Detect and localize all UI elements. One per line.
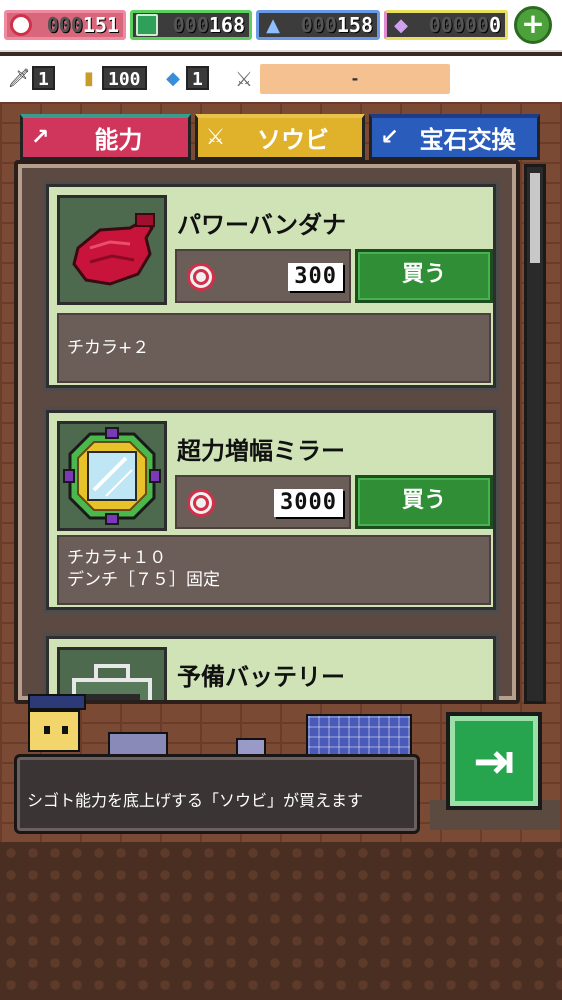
item-name: パワーバンダナ — [177, 211, 346, 239]
currency-pyramid-padding: 000 — [300, 13, 337, 37]
bandana-icon — [72, 213, 155, 286]
equipment-slot-icon: ⚔ — [235, 67, 253, 91]
shopkeeper-eye — [44, 726, 50, 734]
shop-item: 予備バッテリー — [46, 636, 496, 700]
currency-green-padding: 000 — [172, 13, 209, 37]
item-price-value: 3000 — [274, 489, 343, 517]
stat-crystal: ◆ 1 — [160, 62, 209, 94]
item-description-line: チカラ+１０ — [67, 548, 167, 568]
triangle-icon: ▲ — [266, 14, 280, 36]
item-description: チカラ+２ — [57, 313, 491, 383]
shop-item: パワーバンダナ 300 買う チカラ+２ — [46, 184, 496, 388]
stat-battery: ▮ 100 — [76, 62, 147, 94]
add-currency-button[interactable]: + — [514, 6, 552, 44]
currency-coin-value: 151 — [82, 13, 119, 37]
stat-battery-value: 100 — [102, 66, 147, 90]
crystal-icon: ◆ — [166, 67, 180, 89]
currency-diamond-value: 0 — [488, 13, 501, 37]
shop-tabs: ↗ 能力 ⚔ ソウビ ↙ 宝石交換 — [20, 114, 541, 160]
shopkeeper-eye — [62, 726, 68, 734]
item-name: 超力増幅ミラー — [177, 437, 345, 465]
buy-button[interactable]: 買う — [355, 249, 493, 303]
shopkeeper-face — [28, 710, 80, 752]
currency-bar: 000151 000168 ▲ 000158 ◆ 000000 + — [0, 0, 562, 52]
sword-icon: ⚔ — [205, 125, 226, 150]
coin-icon — [187, 489, 215, 517]
scrollbar-thumb[interactable] — [530, 173, 540, 263]
arrow-icon: ↗ — [31, 125, 50, 150]
item-description-line: チカラ+２ — [67, 338, 150, 358]
shopkeeper-hat — [28, 694, 86, 710]
equipment-slot-bar: - — [260, 64, 450, 94]
counter-prop-box — [108, 732, 168, 756]
shop-item: 超力増幅ミラー 3000 買う チカラ+１０ デンチ［７５］固定 — [46, 410, 496, 610]
exit-button[interactable]: ⇥ — [446, 712, 542, 810]
item-price-value: 300 — [288, 263, 343, 291]
green-gem-icon — [136, 14, 158, 36]
tab-ability-label: 能力 — [94, 126, 143, 154]
item-name: 予備バッテリー — [177, 663, 345, 691]
floor-background — [0, 842, 562, 1000]
currency-diamond: ◆ 000000 — [384, 10, 508, 40]
item-price: 300 — [175, 249, 351, 303]
coin-icon — [187, 263, 215, 291]
currency-diamond-padding: 00000 — [428, 13, 489, 37]
item-description: チカラ+１０ デンチ［７５］固定 — [57, 535, 491, 605]
tab-equipment[interactable]: ⚔ ソウビ — [194, 114, 366, 160]
item-image — [57, 195, 167, 305]
counter-prop-crate — [306, 714, 412, 758]
item-description-line: デンチ［７５］固定 — [67, 570, 220, 590]
stat-power: 🗡 1 — [6, 62, 55, 94]
tab-ability[interactable]: ↗ 能力 — [20, 114, 191, 160]
tab-equipment-label: ソウビ — [257, 126, 329, 154]
stat-power-value: 1 — [32, 66, 55, 90]
currency-coin: 000151 — [4, 10, 126, 40]
buy-button[interactable]: 買う — [355, 475, 493, 529]
item-price: 3000 — [175, 475, 351, 529]
tab-gem-exchange[interactable]: ↙ 宝石交換 — [369, 114, 541, 160]
currency-pyramid: ▲ 000158 — [256, 10, 380, 40]
sword-icon: 🗡 — [7, 67, 31, 89]
arrow-icon: ↙ — [380, 125, 399, 150]
shopkeeper-speech-bubble: シゴト能力を底上げする「ソウビ」が買えます — [14, 754, 420, 834]
shop-item-list[interactable]: パワーバンダナ 300 買う チカラ+２ 超力増幅ミラー 3000 買う チカラ… — [14, 160, 520, 704]
stat-crystal-value: 1 — [186, 66, 209, 90]
coin-icon — [10, 14, 32, 36]
diamond-icon: ◆ — [394, 14, 408, 36]
tab-gem-exchange-label: 宝石交換 — [419, 126, 516, 154]
currency-pyramid-value: 158 — [336, 13, 373, 37]
list-scrollbar[interactable] — [524, 164, 546, 704]
exit-door-icon: ⇥ — [473, 732, 515, 790]
mirror-icon — [63, 427, 161, 525]
currency-coin-padding: 000 — [46, 13, 83, 37]
currency-green: 000168 — [130, 10, 252, 40]
item-image — [57, 421, 167, 531]
battery-icon: ▮ — [84, 67, 94, 89]
shopkeeper-avatar — [22, 694, 88, 756]
currency-green-value: 168 — [208, 13, 245, 37]
